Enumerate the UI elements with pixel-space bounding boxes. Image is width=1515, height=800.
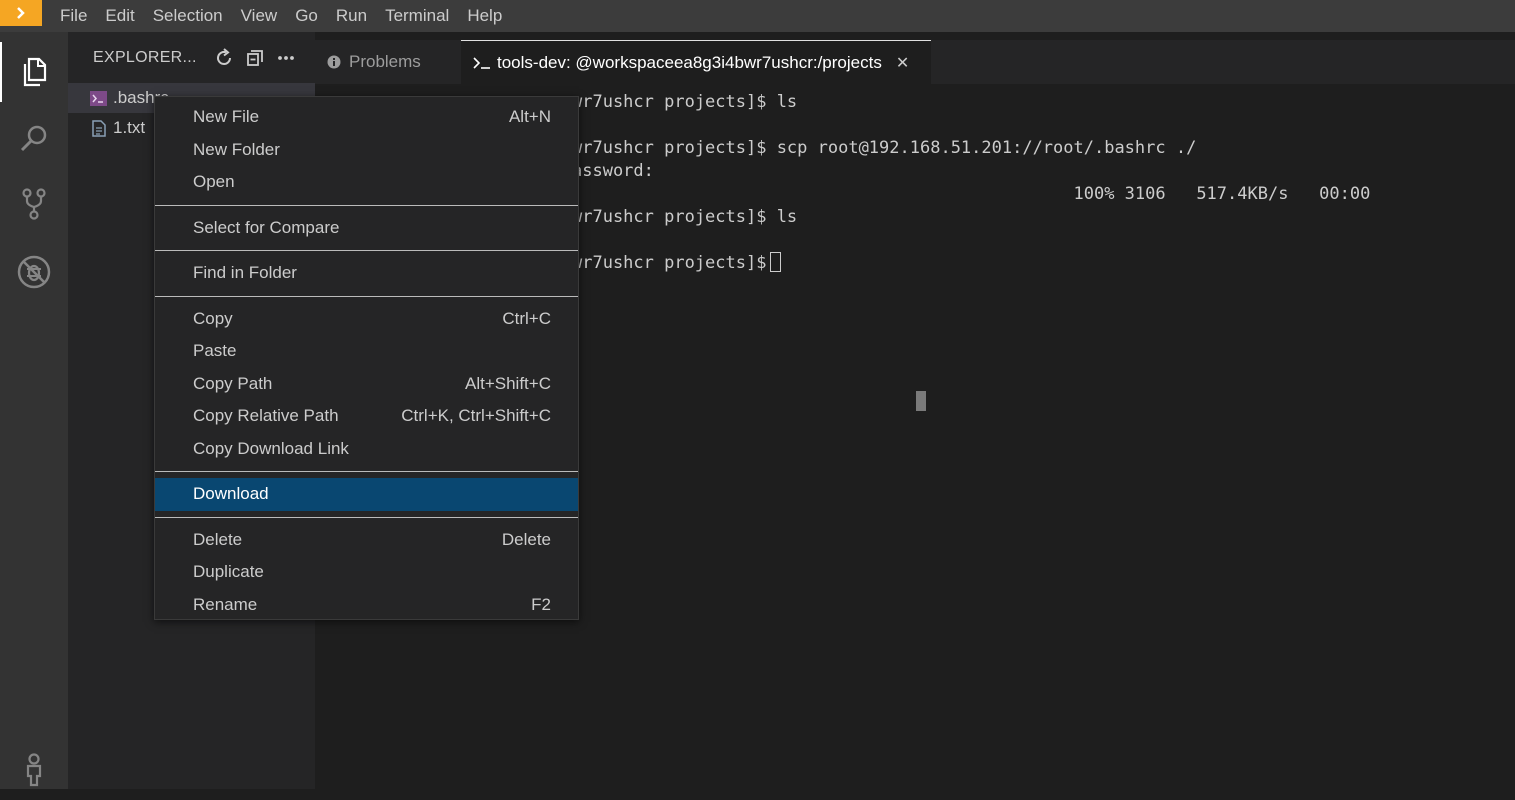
files-icon[interactable] bbox=[0, 42, 68, 102]
terminal-line: wr7ushcr projects]$ bbox=[572, 253, 767, 273]
activity-bar bbox=[0, 32, 68, 789]
menu-selection[interactable]: Selection bbox=[144, 0, 232, 32]
terminal-prompt-icon bbox=[473, 56, 491, 70]
menu-item-label: Copy Download Link bbox=[193, 438, 349, 458]
menu-item-label: Open bbox=[193, 172, 235, 192]
terminal-cursor bbox=[770, 252, 782, 272]
terminal-line: 100% 3106 517.4KB/s 00:00 bbox=[572, 184, 1371, 204]
tab-terminal[interactable]: tools-dev: @workspaceea8g3i4bwr7ushcr:/p… bbox=[461, 40, 931, 84]
menu-item-paste[interactable]: Paste bbox=[155, 335, 578, 368]
menu-separator bbox=[155, 516, 578, 518]
info-icon bbox=[327, 55, 341, 69]
tab-problems[interactable]: Problems bbox=[327, 40, 421, 84]
menu-item-select-for-compare[interactable]: Select for Compare bbox=[155, 212, 578, 245]
menu-go[interactable]: Go bbox=[286, 0, 327, 32]
refresh-icon[interactable] bbox=[212, 46, 236, 70]
context-menu: New File Alt+N New Folder Open Select for Co… bbox=[154, 96, 579, 620]
menu-item-label: Rename bbox=[193, 594, 258, 614]
menu-item-label: Paste bbox=[193, 341, 237, 361]
menu-file[interactable]: File bbox=[51, 0, 96, 32]
collapse-all-icon[interactable] bbox=[243, 46, 267, 70]
menu-bar: File Edit Selection View Go Run Terminal… bbox=[0, 0, 1515, 32]
debug-icon[interactable] bbox=[0, 242, 68, 302]
menu-run[interactable]: Run bbox=[327, 0, 376, 32]
terminal-line: wr7ushcr projects]$ ls bbox=[572, 207, 798, 227]
menu-item-label: New File bbox=[193, 107, 260, 127]
menu-item-shortcut: Delete bbox=[501, 529, 551, 549]
tab-label: Problems bbox=[349, 52, 421, 71]
terminal-line: assword: bbox=[572, 161, 654, 181]
account-icon[interactable] bbox=[0, 740, 68, 800]
menu-item-shortcut: Ctrl+C bbox=[502, 308, 551, 328]
menu-item-label: Copy Relative Path bbox=[193, 406, 339, 426]
terminal-line: wr7ushcr projects]$ scp root@192.168.51.… bbox=[572, 138, 1197, 158]
explorer-title: EXPLORER... bbox=[93, 49, 197, 66]
menu-item-delete[interactable]: Delete Delete bbox=[155, 524, 578, 557]
terminal-line: wr7ushcr projects]$ ls bbox=[572, 92, 798, 112]
menu-item-open[interactable]: Open bbox=[155, 166, 578, 199]
source-control-icon[interactable] bbox=[0, 174, 68, 234]
menu-item-download[interactable]: Download bbox=[155, 478, 578, 511]
menu-separator bbox=[155, 204, 578, 206]
menu-item-label: Copy Path bbox=[193, 373, 273, 393]
menu-item-new-file[interactable]: New File Alt+N bbox=[155, 101, 578, 134]
menu-item-find-in-folder[interactable]: Find in Folder bbox=[155, 257, 578, 290]
menu-item-copy-download-link[interactable]: Copy Download Link bbox=[155, 433, 578, 466]
menu-item-label: Copy bbox=[193, 308, 233, 328]
menu-item-label: Duplicate bbox=[193, 562, 264, 582]
search-icon[interactable] bbox=[0, 108, 68, 168]
file-name: 1.txt bbox=[113, 118, 146, 137]
menu-separator bbox=[155, 471, 578, 472]
menu-item-copy-path[interactable]: Copy Path Alt+Shift+C bbox=[155, 368, 578, 401]
menu-view[interactable]: View bbox=[232, 0, 287, 32]
app-logo-icon[interactable] bbox=[0, 0, 42, 26]
menu-item-shortcut: Alt+Shift+C bbox=[465, 373, 551, 393]
menu-item-label: Find in Folder bbox=[193, 263, 297, 283]
menu-edit[interactable]: Edit bbox=[96, 0, 143, 32]
menu-item-label: New Folder bbox=[193, 139, 280, 159]
menu-item-shortcut: Ctrl+K, Ctrl+Shift+C bbox=[401, 406, 551, 426]
menu-separator bbox=[155, 295, 578, 297]
menu-item-shortcut: Alt+N bbox=[508, 107, 551, 127]
menu-separator bbox=[155, 250, 578, 251]
close-icon[interactable]: ✕ bbox=[896, 53, 909, 73]
panel-tabs: Problems tools-dev: @workspaceea8g3i4bwr… bbox=[315, 40, 1515, 84]
menu-item-label: Download bbox=[193, 484, 269, 504]
menu-item-duplicate[interactable]: Duplicate bbox=[155, 556, 578, 589]
menu-item-copy[interactable]: Copy Ctrl+C bbox=[155, 303, 578, 336]
tab-label: tools-dev: @workspaceea8g3i4bwr7ushcr:/p… bbox=[497, 52, 882, 72]
explorer-header: EXPLORER... bbox=[68, 32, 315, 84]
menu-help[interactable]: Help bbox=[458, 0, 511, 32]
terminal-prompt-line: wr7ushcr projects]$ bbox=[572, 252, 782, 274]
menu-terminal[interactable]: Terminal bbox=[376, 0, 458, 32]
menu-item-label: Select for Compare bbox=[193, 217, 340, 237]
menu-item-shortcut: F2 bbox=[531, 594, 551, 614]
text-file-icon bbox=[90, 119, 107, 137]
menu-item-new-folder[interactable]: New Folder bbox=[155, 134, 578, 167]
terminal-file-icon bbox=[90, 90, 107, 107]
menu-item-copy-relative-path[interactable]: Copy Relative Path Ctrl+K, Ctrl+Shift+C bbox=[155, 400, 578, 433]
more-actions-icon[interactable] bbox=[274, 46, 298, 70]
menu-item-rename[interactable]: Rename F2 bbox=[155, 589, 578, 622]
scrollbar-thumb[interactable] bbox=[916, 391, 926, 411]
menu-item-label: Delete bbox=[193, 529, 243, 549]
